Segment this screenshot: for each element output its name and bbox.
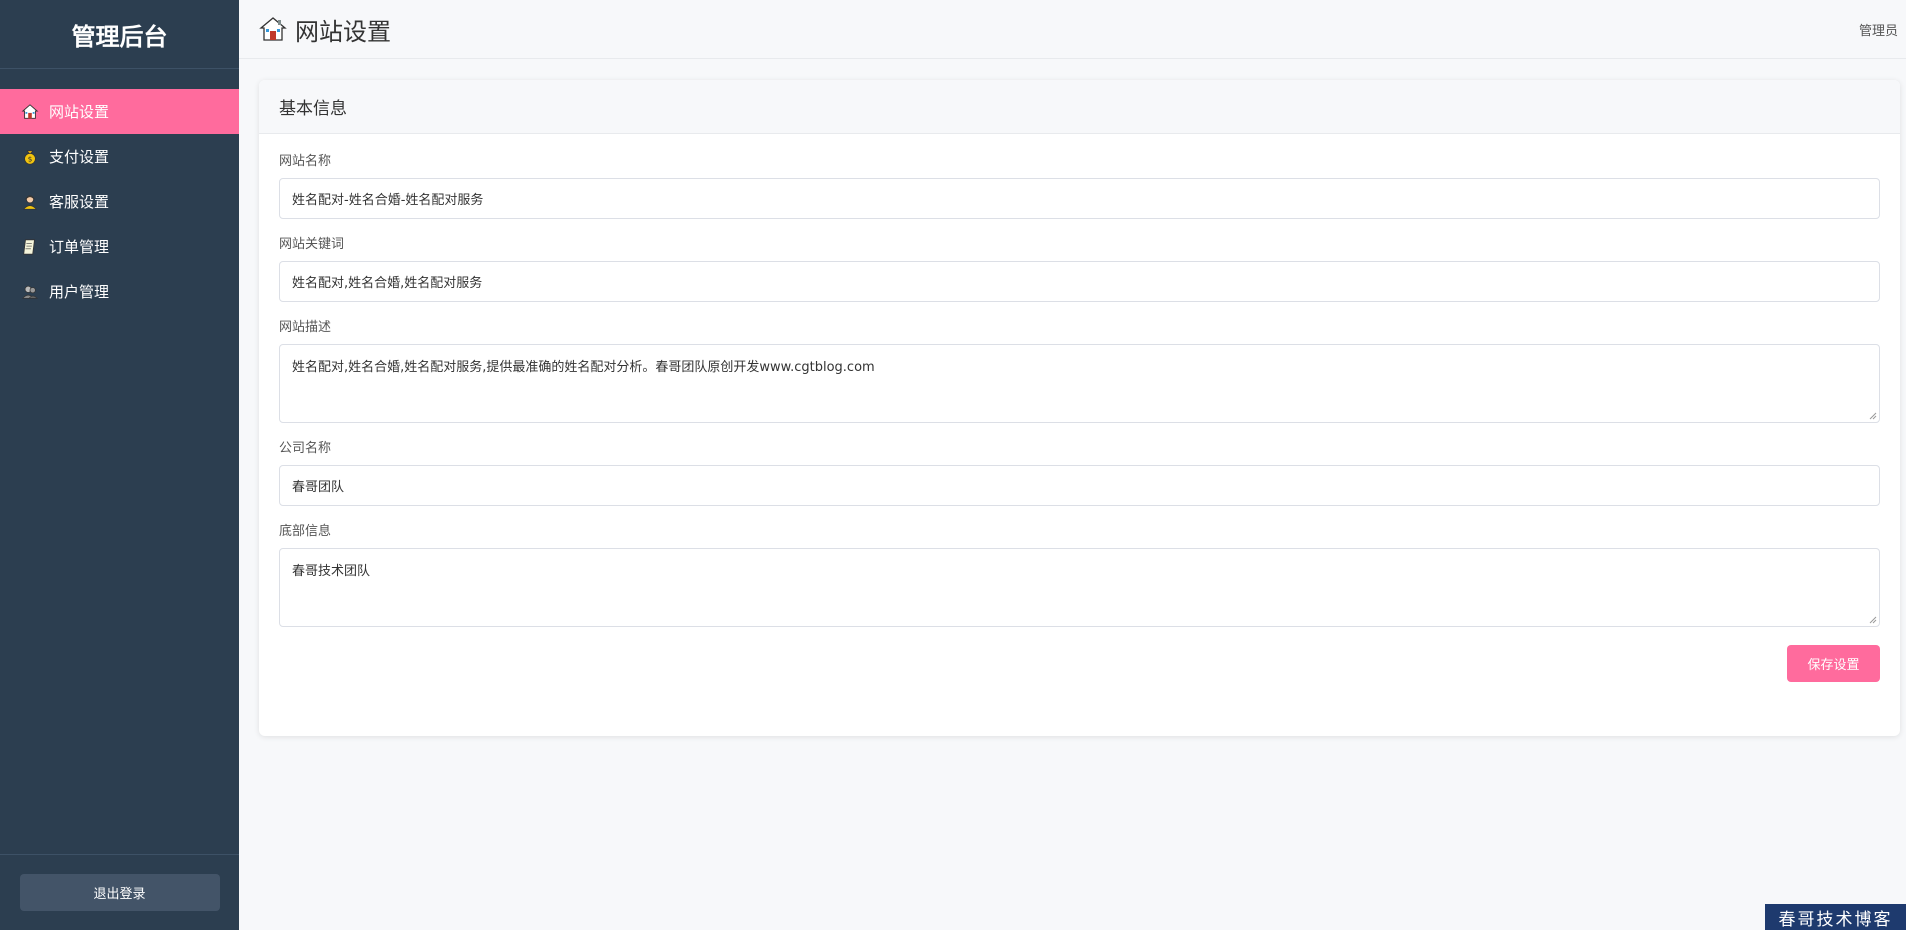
sidebar-item-payment-settings[interactable]: $ 支付设置: [0, 134, 239, 179]
svg-text:$: $: [28, 154, 33, 163]
resize-grip-icon[interactable]: [1869, 616, 1877, 624]
users-icon: [20, 282, 40, 302]
site-description-textarea[interactable]: 姓名配对,姓名合婚,姓名配对服务,提供最准确的姓名配对分析。春哥团队原创开发ww…: [279, 344, 1880, 423]
document-icon: [20, 237, 40, 257]
company-name-input[interactable]: 春哥团队: [279, 465, 1880, 506]
site-name-label: 网站名称: [279, 154, 332, 169]
card-title: 基本信息: [259, 80, 1900, 134]
site-keywords-label: 网站关键词: [279, 237, 345, 252]
sidebar-footer: 退出登录: [0, 854, 239, 930]
watermark: 春哥技术博客: [1765, 904, 1906, 930]
sidebar-nav: 网站设置 $ 支付设置 客服设置 订单管理 用户管理: [0, 89, 239, 314]
page-header: 网站设置 管理员: [239, 0, 1906, 59]
house-icon: [20, 102, 40, 122]
form-actions: 保存设置: [279, 645, 1880, 682]
settings-form: 网站名称 姓名配对-姓名合婚-姓名配对服务 网站关键词 姓名配对,姓名合婚,姓名…: [259, 134, 1900, 682]
resize-grip-icon[interactable]: [1869, 412, 1877, 420]
sidebar-item-label: 用户管理: [49, 283, 110, 301]
sidebar-item-label: 网站设置: [49, 103, 110, 121]
sidebar: 管理后台 网站设置 $ 支付设置 客服设置 订单管理 用户管理 退出登录: [0, 0, 239, 930]
house-icon: [259, 15, 287, 43]
basic-info-card: 基本信息 网站名称 姓名配对-姓名合婚-姓名配对服务 网站关键词 姓名配对,姓名…: [259, 80, 1900, 736]
footer-info-textarea[interactable]: 春哥技术团队: [279, 548, 1880, 627]
page-title: 网站设置: [295, 17, 391, 46]
site-description-value: 姓名配对,姓名合婚,姓名配对服务,提供最准确的姓名配对分析。春哥团队原创开发ww…: [292, 360, 875, 375]
footer-info-value: 春哥技术团队: [292, 564, 371, 579]
sidebar-item-order-management[interactable]: 订单管理: [0, 224, 239, 269]
site-name-input[interactable]: 姓名配对-姓名合婚-姓名配对服务: [279, 178, 1880, 219]
sidebar-item-website-settings[interactable]: 网站设置: [0, 89, 239, 134]
site-name-group: 网站名称 姓名配对-姓名合婚-姓名配对服务: [279, 154, 1880, 219]
site-keywords-group: 网站关键词 姓名配对,姓名合婚,姓名配对服务: [279, 237, 1880, 302]
save-settings-button[interactable]: 保存设置: [1787, 645, 1880, 682]
sidebar-item-label: 支付设置: [49, 148, 110, 166]
footer-info-label: 底部信息: [279, 524, 332, 539]
sidebar-item-user-management[interactable]: 用户管理: [0, 269, 239, 314]
support-agent-icon: [20, 192, 40, 212]
logout-button[interactable]: 退出登录: [19, 874, 220, 911]
user-label[interactable]: 管理员: [1859, 20, 1898, 39]
sidebar-item-label: 客服设置: [49, 193, 110, 211]
sidebar-item-support-settings[interactable]: 客服设置: [0, 179, 239, 224]
site-keywords-input[interactable]: 姓名配对,姓名合婚,姓名配对服务: [279, 261, 1880, 302]
sidebar-item-label: 订单管理: [49, 238, 110, 256]
money-bag-icon: $: [20, 147, 40, 167]
company-name-label: 公司名称: [279, 441, 332, 456]
sidebar-title: 管理后台: [0, 0, 239, 69]
site-description-group: 网站描述 姓名配对,姓名合婚,姓名配对服务,提供最准确的姓名配对分析。春哥团队原…: [279, 320, 1880, 423]
footer-info-group: 底部信息 春哥技术团队: [279, 524, 1880, 627]
site-description-label: 网站描述: [279, 320, 332, 335]
header-left: 网站设置: [259, 12, 391, 47]
company-name-group: 公司名称 春哥团队: [279, 441, 1880, 506]
